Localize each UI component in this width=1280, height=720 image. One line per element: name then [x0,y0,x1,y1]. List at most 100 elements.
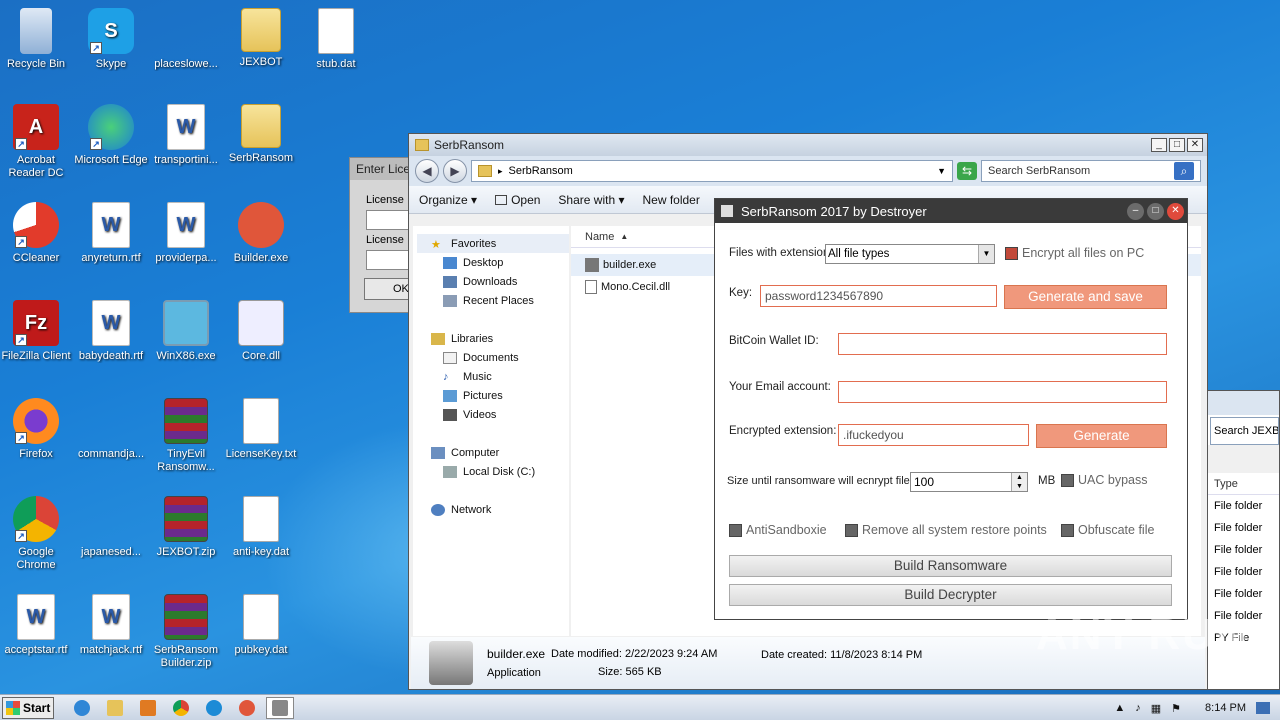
desktop-icon-anyreturn-rtf[interactable]: Wanyreturn.rtf [73,202,149,265]
desktop-icon-stub-dat[interactable]: stub.dat [298,8,374,71]
nav-favorites[interactable]: ★ Favorites [417,234,569,253]
build-decrypter-button[interactable]: Build Decrypter [729,584,1172,606]
license-window[interactable]: Enter Lice License License OK [349,157,416,313]
jexbot-type-row[interactable]: File folder [1208,495,1279,517]
nav-videos[interactable]: Videos [431,405,569,424]
show-desktop-icon[interactable] [1256,702,1270,714]
desktop-icon-filezilla-client[interactable]: Fz ↗ FileZilla Client [0,300,74,363]
desktop-icon-tinyevil-ransomw[interactable]: TinyEvil Ransomw... [148,398,224,474]
jexbot-type-header[interactable]: Type [1208,473,1279,495]
close-button[interactable]: ✕ [1167,202,1184,220]
nav-recent-places[interactable]: Recent Places [431,291,569,310]
flag-icon[interactable]: ⚑ [1171,702,1181,715]
taskbar-edge[interactable] [200,697,228,719]
wallet-input[interactable] [838,333,1167,355]
key-input[interactable]: password1234567890 [760,285,997,307]
open-button[interactable]: Open [495,193,540,207]
desktop-icon-microsoft-edge[interactable]: ↗ Microsoft Edge [73,104,149,167]
nav-documents[interactable]: Documents [431,348,569,367]
email-input[interactable] [838,381,1167,403]
builder-dialog[interactable]: SerbRansom 2017 by Destroyer – □ ✕ Files… [714,198,1188,620]
organize-menu[interactable]: Organize ▾ [419,193,477,207]
jexbot-type-row[interactable]: File folder [1208,583,1279,605]
generate-button[interactable]: Generate [1036,424,1167,448]
generate-and-save-button[interactable]: Generate and save [1004,285,1167,309]
desktop-icon-serbransom-builder-zip[interactable]: SerbRansom Builder.zip [148,594,224,670]
jexbot-type-row[interactable]: File folder [1208,517,1279,539]
desktop-icon-serbransom[interactable]: SerbRansom [223,104,299,165]
builder-titlebar[interactable]: SerbRansom 2017 by Destroyer – □ ✕ [715,199,1187,223]
build-ransomware-button[interactable]: Build Ransomware [729,555,1172,577]
forward-button[interactable]: ▶ [443,159,467,183]
network-icon[interactable]: ▦ [1151,702,1161,715]
desktop-icon-recycle-bin[interactable]: Recycle Bin [0,8,74,71]
desktop-icon-babydeath-rtf[interactable]: Wbabydeath.rtf [73,300,149,363]
explorer-titlebar[interactable]: SerbRansom _ □ ✕ [409,134,1207,156]
jexbot-type-row[interactable]: File folder [1208,561,1279,583]
taskbar-media[interactable] [134,697,162,719]
desktop-icon-core-dll[interactable]: Core.dll [223,300,299,363]
desktop-icon-builder-exe[interactable]: Builder.exe [223,202,299,265]
taskbar-chrome[interactable] [167,697,195,719]
taskbar-explorer[interactable] [101,697,129,719]
search-icon[interactable]: ⌕ [1174,162,1194,180]
desktop-icon-acceptstar-rtf[interactable]: Wacceptstar.rtf [0,594,74,657]
nav-music[interactable]: ♪ Music [431,367,569,386]
desktop-icon-jexbot[interactable]: JEXBOT [223,8,299,69]
nav-local-disk[interactable]: Local Disk (C:) [431,462,569,481]
back-button[interactable]: ◀ [415,159,439,183]
desktop-icon-ccleaner[interactable]: ↗ CCleaner [0,202,74,265]
antisandboxie-checkbox[interactable]: AntiSandboxie [729,523,827,537]
chevron-down-icon[interactable]: ▼ [937,166,946,176]
nav-downloads[interactable]: Downloads [431,272,569,291]
nav-libraries[interactable]: Libraries [431,329,569,348]
desktop-icon-firefox[interactable]: ↗ Firefox [0,398,74,461]
speaker-icon[interactable]: ♪ [1135,702,1141,714]
nav-pictures[interactable]: Pictures [431,386,569,405]
taskbar-builder[interactable] [233,697,261,719]
desktop-icon-matchjack-rtf[interactable]: Wmatchjack.rtf [73,594,149,657]
taskbar-ie[interactable] [68,697,96,719]
restore-points-checkbox[interactable]: Remove all system restore points [845,523,1047,537]
share-with-menu[interactable]: Share with ▾ [558,193,624,207]
size-stepper[interactable]: 100 ▲ ▼ [910,472,1028,492]
maximize-button[interactable]: □ [1169,138,1185,152]
license-titlebar[interactable]: Enter Lice [350,158,413,180]
encrypt-all-checkbox[interactable]: Encrypt all files on PC [1005,246,1144,260]
address-field[interactable]: ▸ SerbRansom ▼ [471,160,953,182]
minimize-button[interactable]: _ [1151,138,1167,152]
refresh-icon[interactable]: ⇆ [957,162,977,180]
obfuscate-checkbox[interactable]: Obfuscate file [1061,523,1154,537]
stepper-arrows-icon[interactable]: ▲ ▼ [1011,473,1027,491]
chevron-down-icon[interactable]: ▼ [978,245,994,263]
desktop-icon-commandja[interactable]: commandja... [73,398,149,461]
search-input[interactable]: Search SerbRansom ⌕ [981,160,1201,182]
desktop-icon-google-chrome[interactable]: ↗ Google Chrome [0,496,74,572]
jexbot-type-row[interactable]: File folder [1208,539,1279,561]
nav-desktop[interactable]: Desktop [431,253,569,272]
uac-bypass-checkbox[interactable]: UAC bypass [1061,473,1147,487]
nav-computer[interactable]: Computer [431,443,569,462]
desktop-icon-transportini[interactable]: Wtransportini... [148,104,224,167]
nav-network[interactable]: Network [431,500,569,519]
desktop-icon-providerpa[interactable]: Wproviderpa... [148,202,224,265]
close-button[interactable]: ✕ [1187,138,1203,152]
new-folder-button[interactable]: New folder [642,193,699,207]
jexbot-search-input[interactable]: Search JEXBOT [1210,417,1279,445]
maximize-button[interactable]: □ [1147,202,1164,220]
tray-expand-icon[interactable]: ▲ [1114,702,1125,714]
desktop-icon-pubkey-dat[interactable]: pubkey.dat [223,594,299,657]
desktop-icon-japanesed[interactable]: japanesed... [73,496,149,559]
breadcrumb[interactable]: SerbRansom [509,165,932,177]
extension-select[interactable]: All file types ▼ [825,244,995,264]
clock[interactable]: 8:14 PM [1205,702,1246,714]
desktop-icon-acrobat-reader-dc[interactable]: A ↗ Acrobat Reader DC [0,104,74,180]
desktop-icon-skype[interactable]: S ↗ Skype [73,8,149,71]
taskbar-serbransom[interactable] [266,696,294,719]
minimize-button[interactable]: – [1127,202,1144,220]
start-button[interactable]: Start [2,696,54,719]
desktop-icon-winx86-exe[interactable]: WinX86.exe [148,300,224,363]
desktop-icon-placeslowe[interactable]: placeslowe... [148,8,224,71]
desktop-icon-jexbot-zip[interactable]: JEXBOT.zip [148,496,224,559]
desktop-icon-anti-key-dat[interactable]: anti-key.dat [223,496,299,559]
